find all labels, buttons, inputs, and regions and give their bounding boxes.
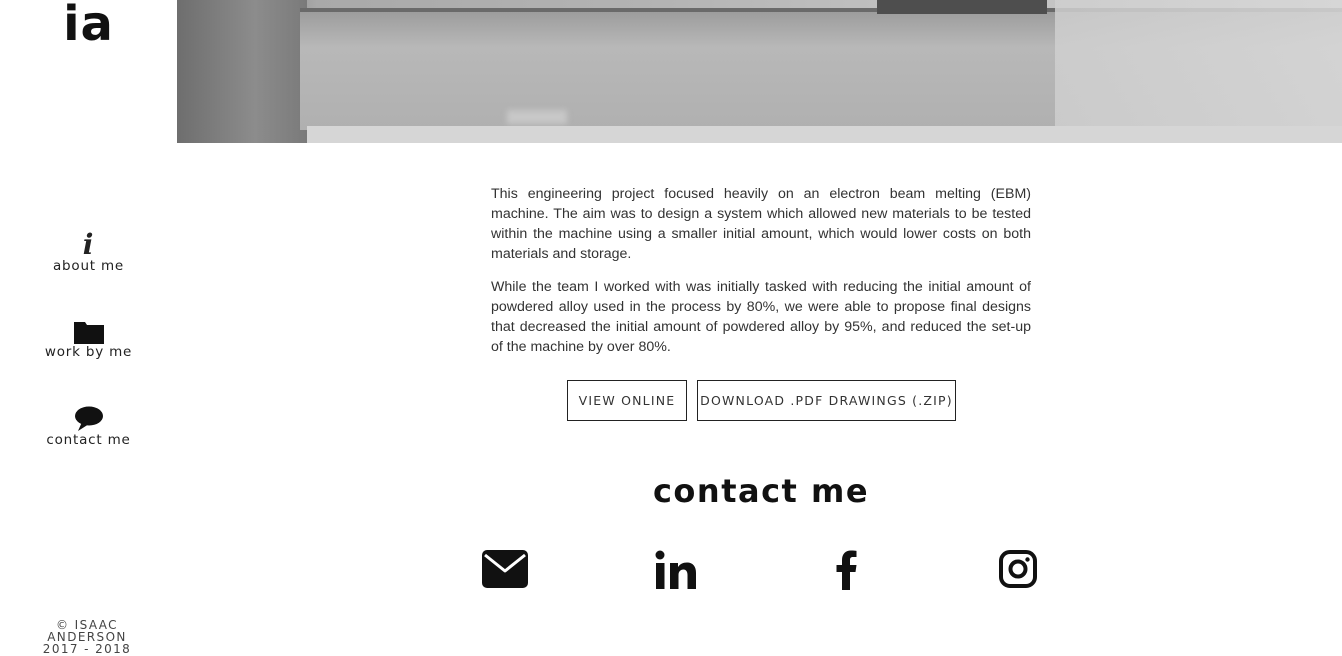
- copyright-years: 2017 - 2018: [42, 642, 132, 656]
- description-paragraph-2: While the team I worked with was initial…: [491, 279, 1031, 355]
- project-description: This engineering project focused heavily…: [491, 184, 1031, 370]
- description-paragraph-1: This engineering project focused heavily…: [491, 186, 1031, 262]
- banner-smudge: [507, 110, 567, 124]
- banner-post: [177, 0, 307, 143]
- folder-icon: [73, 322, 104, 344]
- instagram-icon[interactable]: [999, 550, 1037, 588]
- banner-light-area: [1055, 0, 1342, 143]
- nav-contact-me[interactable]: contact me: [0, 406, 177, 448]
- speech-bubble-icon: [74, 406, 103, 431]
- nav-about-me-label: about me: [52, 258, 125, 274]
- sidebar: ia i about me work by me contact me © IS…: [0, 0, 177, 655]
- info-icon: i: [82, 228, 95, 261]
- project-banner-image: [177, 0, 1342, 143]
- nav-work-by-me[interactable]: work by me: [0, 320, 177, 360]
- banner-dark-block: [877, 0, 1047, 14]
- facebook-icon[interactable]: [836, 550, 858, 590]
- download-drawings-button[interactable]: DOWNLOAD .PDF DRAWINGS (.ZIP): [697, 380, 956, 421]
- view-online-button[interactable]: VIEW ONLINE: [567, 380, 687, 421]
- copyright: © ISAAC ANDERSON 2017 - 2018: [14, 619, 160, 655]
- envelope-icon[interactable]: [482, 550, 528, 588]
- nav-about-me[interactable]: i about me: [0, 228, 177, 275]
- nav-work-by-me-label: work by me: [44, 344, 133, 360]
- copyright-name: © ISAAC ANDERSON: [47, 618, 127, 644]
- site-logo[interactable]: ia: [0, 0, 177, 52]
- banner-rail: [307, 126, 1342, 143]
- contact-heading: contact me: [652, 472, 870, 510]
- linkedin-icon[interactable]: [655, 550, 697, 590]
- nav-contact-me-label: contact me: [46, 432, 131, 448]
